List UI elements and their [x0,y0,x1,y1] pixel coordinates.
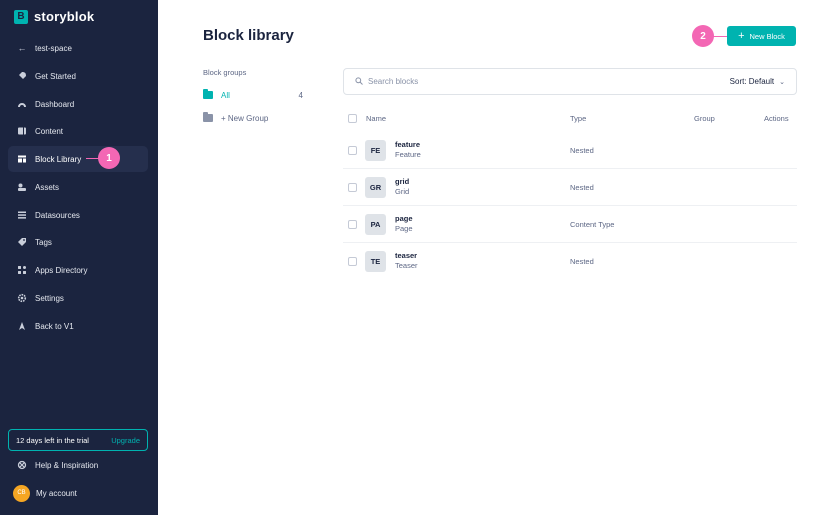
trial-banner: 12 days left in the trial Upgrade [8,429,148,451]
sort-dropdown[interactable]: Sort: Default ⌄ [730,77,785,86]
apps-icon [17,265,27,275]
back-v1-icon [17,321,27,331]
content-icon [17,126,27,136]
column-header-name[interactable]: Name [366,114,386,123]
sidebar-item-dashboard[interactable]: Dashboard [8,91,148,117]
column-header-type[interactable]: Type [570,114,586,123]
table-row[interactable]: TE teaser Teaser Nested [343,243,797,280]
search-input[interactable] [368,77,688,86]
block-badge: PA [365,214,386,235]
sidebar-item-datasources[interactable]: Datasources [8,202,148,228]
block-type: Nested [570,146,594,155]
datasources-icon [17,210,27,220]
block-badge: GR [365,177,386,198]
sidebar-item-label: Block Library [35,154,82,164]
sidebar-item-settings[interactable]: Settings [8,285,148,311]
tag-icon [17,237,27,247]
sidebar-item-label: Back to V1 [35,321,74,331]
chevron-down-icon: ⌄ [779,78,785,86]
space-switcher[interactable]: ← test-space [8,35,148,61]
sidebar-item-label: Get Started [35,71,76,81]
sidebar-item-tags[interactable]: Tags [8,229,148,255]
assets-icon [17,182,27,192]
sidebar-item-label: Dashboard [35,99,75,109]
column-header-actions: Actions [764,114,789,123]
block-groups-heading: Block groups [203,68,247,77]
block-name[interactable]: teaser [395,251,417,260]
avatar: CB [13,484,30,502]
column-header-group[interactable]: Group [694,114,715,123]
callout-marker-1: 1 [98,147,120,169]
row-checkbox[interactable] [348,183,357,192]
sort-label: Sort: Default [729,77,775,86]
row-checkbox[interactable] [348,146,357,155]
group-label: All [221,90,230,100]
sidebar-item-get-started[interactable]: Get Started [8,63,148,89]
sidebar-item-label: Content [35,126,64,136]
gear-icon [17,293,27,303]
gauge-icon [17,99,27,109]
table-row[interactable]: GR grid Grid Nested [343,169,797,206]
folder-icon [203,112,213,122]
sidebar: B storyblok ← test-space Get Started Das… [0,0,158,515]
block-name[interactable]: grid [395,177,409,186]
new-block-button[interactable]: + New Block [727,26,796,46]
block-library-icon [17,154,27,164]
sidebar-item-label: Help & Inspiration [35,460,99,470]
sidebar-item-block-library[interactable]: Block Library [8,146,148,172]
search-bar: Sort: Default ⌄ [343,68,797,95]
new-group-button[interactable]: + New Group [203,111,303,125]
account-label: My account [36,488,77,498]
storyblok-logo-icon: B [14,9,28,24]
trial-text: 12 days left in the trial [16,435,89,445]
search-icon [355,76,363,87]
block-badge: TE [365,251,386,272]
block-display-name: Feature [395,150,421,159]
account-menu[interactable]: CB My account [8,480,148,506]
row-checkbox[interactable] [348,257,357,266]
sidebar-item-label: Apps Directory [35,265,88,275]
space-name: test-space [35,43,72,53]
sidebar-item-label: Assets [35,182,60,192]
block-type: Nested [570,183,594,192]
help-icon [17,460,27,470]
block-name[interactable]: page [395,214,413,223]
block-type: Content Type [570,220,615,229]
brand-name: storyblok [34,9,95,24]
rocket-icon [17,71,27,81]
sidebar-item-apps-directory[interactable]: Apps Directory [8,257,148,283]
group-count: 4 [298,90,303,100]
sidebar-item-label: Tags [35,237,52,247]
page-title: Block library [203,27,294,44]
row-checkbox[interactable] [348,220,357,229]
table-row[interactable]: PA page Page Content Type [343,206,797,243]
brand[interactable]: B storyblok [14,9,94,24]
block-display-name: Page [395,224,413,233]
folder-icon [203,89,213,99]
plus-icon: + [738,29,745,42]
table-row[interactable]: FE feature Feature Nested [343,132,797,169]
sidebar-item-assets[interactable]: Assets [8,174,148,200]
group-label: + New Group [221,113,269,123]
callout-connector [713,36,727,37]
block-display-name: Grid [395,187,410,196]
block-type: Nested [570,257,594,266]
block-display-name: Teaser [395,261,418,270]
sidebar-item-back-to-v1[interactable]: Back to V1 [8,313,148,339]
sidebar-item-label: Settings [35,293,64,303]
sidebar-item-label: Datasources [35,210,80,220]
sidebar-item-help[interactable]: Help & Inspiration [8,452,148,478]
sidebar-item-content[interactable]: Content [8,118,148,144]
callout-marker-2: 2 [692,25,714,47]
select-all-checkbox[interactable] [348,114,357,123]
upgrade-link[interactable]: Upgrade [111,436,140,445]
block-name[interactable]: feature [395,140,420,149]
group-item-all[interactable]: All 4 [203,88,303,102]
arrow-left-icon: ← [17,43,27,53]
block-badge: FE [365,140,386,161]
new-block-label: New Block [749,31,785,41]
